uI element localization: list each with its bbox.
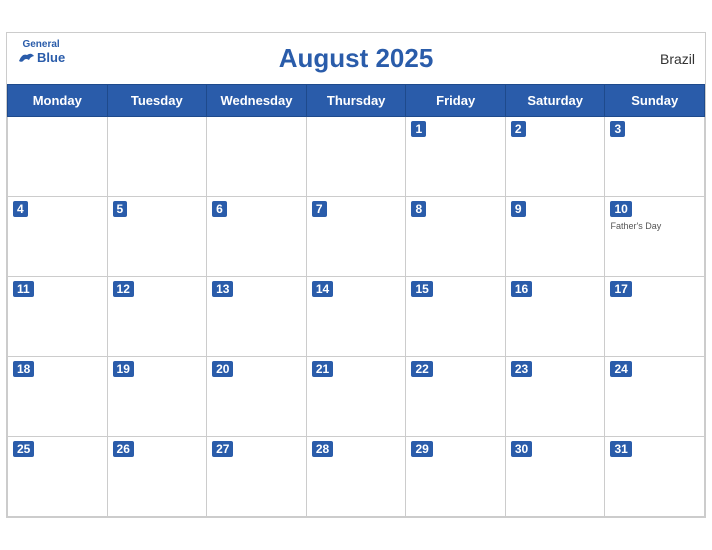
table-row: 2 (505, 117, 605, 197)
day-number: 27 (212, 441, 233, 457)
table-row: 13 (207, 277, 307, 357)
day-number: 6 (212, 201, 227, 217)
table-row (306, 117, 406, 197)
day-number: 23 (511, 361, 532, 377)
day-number: 10 (610, 201, 631, 217)
weekday-tuesday: Tuesday (107, 85, 207, 117)
day-number: 15 (411, 281, 432, 297)
weekday-monday: Monday (8, 85, 108, 117)
table-row: 11 (8, 277, 108, 357)
table-row: 18 (8, 357, 108, 437)
table-row: 3 (605, 117, 705, 197)
table-row: 26 (107, 437, 207, 517)
table-row: 6 (207, 197, 307, 277)
day-number: 19 (113, 361, 134, 377)
table-row: 7 (306, 197, 406, 277)
table-row: 30 (505, 437, 605, 517)
logo: General Blue (17, 39, 65, 65)
bird-icon (17, 51, 35, 65)
day-number: 30 (511, 441, 532, 457)
day-number: 22 (411, 361, 432, 377)
logo-blue: Blue (17, 50, 65, 65)
day-number: 2 (511, 121, 526, 137)
day-number: 28 (312, 441, 333, 457)
day-number: 1 (411, 121, 426, 137)
day-number: 25 (13, 441, 34, 457)
day-number: 12 (113, 281, 134, 297)
weekday-saturday: Saturday (505, 85, 605, 117)
week-row-1: 1 2 3 (8, 117, 705, 197)
calendar-table: MondayTuesdayWednesdayThursdayFridaySatu… (7, 84, 705, 517)
day-number: 29 (411, 441, 432, 457)
country-label: Brazil (660, 51, 695, 67)
weekday-wednesday: Wednesday (207, 85, 307, 117)
day-number: 3 (610, 121, 625, 137)
weekday-friday: Friday (406, 85, 505, 117)
table-row: 24 (605, 357, 705, 437)
table-row: 4 (8, 197, 108, 277)
week-row-4: 18 19 20 21 22 23 24 (8, 357, 705, 437)
holiday-label: Father's Day (610, 221, 699, 231)
table-row: 19 (107, 357, 207, 437)
table-row (8, 117, 108, 197)
day-number: 31 (610, 441, 631, 457)
calendar-header: General Blue August 2025 Brazil (7, 33, 705, 84)
day-number: 20 (212, 361, 233, 377)
table-row: 15 (406, 277, 505, 357)
day-number: 5 (113, 201, 128, 217)
weekday-thursday: Thursday (306, 85, 406, 117)
week-row-3: 11 12 13 14 15 16 17 (8, 277, 705, 357)
day-number: 4 (13, 201, 28, 217)
table-row: 16 (505, 277, 605, 357)
day-number: 18 (13, 361, 34, 377)
week-row-5: 25 26 27 28 29 30 31 (8, 437, 705, 517)
table-row: 8 (406, 197, 505, 277)
logo-general: General (22, 39, 59, 50)
calendar-title: August 2025 (23, 43, 689, 74)
table-row (107, 117, 207, 197)
table-row (207, 117, 307, 197)
table-row: 17 (605, 277, 705, 357)
table-row: 12 (107, 277, 207, 357)
table-row: 20 (207, 357, 307, 437)
weekday-sunday: Sunday (605, 85, 705, 117)
day-number: 13 (212, 281, 233, 297)
day-number: 26 (113, 441, 134, 457)
day-number: 24 (610, 361, 631, 377)
table-row: 14 (306, 277, 406, 357)
table-row: 1 (406, 117, 505, 197)
day-number: 17 (610, 281, 631, 297)
day-number: 16 (511, 281, 532, 297)
table-row: 10 Father's Day (605, 197, 705, 277)
table-row: 21 (306, 357, 406, 437)
day-number: 8 (411, 201, 426, 217)
table-row: 31 (605, 437, 705, 517)
day-number: 21 (312, 361, 333, 377)
day-number: 9 (511, 201, 526, 217)
table-row: 23 (505, 357, 605, 437)
table-row: 25 (8, 437, 108, 517)
day-number: 7 (312, 201, 327, 217)
weekday-header-row: MondayTuesdayWednesdayThursdayFridaySatu… (8, 85, 705, 117)
table-row: 28 (306, 437, 406, 517)
calendar: General Blue August 2025 Brazil MondayTu… (6, 32, 706, 518)
table-row: 5 (107, 197, 207, 277)
day-number: 11 (13, 281, 34, 297)
table-row: 22 (406, 357, 505, 437)
day-number: 14 (312, 281, 333, 297)
table-row: 9 (505, 197, 605, 277)
table-row: 29 (406, 437, 505, 517)
table-row: 27 (207, 437, 307, 517)
week-row-2: 4 5 6 7 8 9 10 Father's Day (8, 197, 705, 277)
